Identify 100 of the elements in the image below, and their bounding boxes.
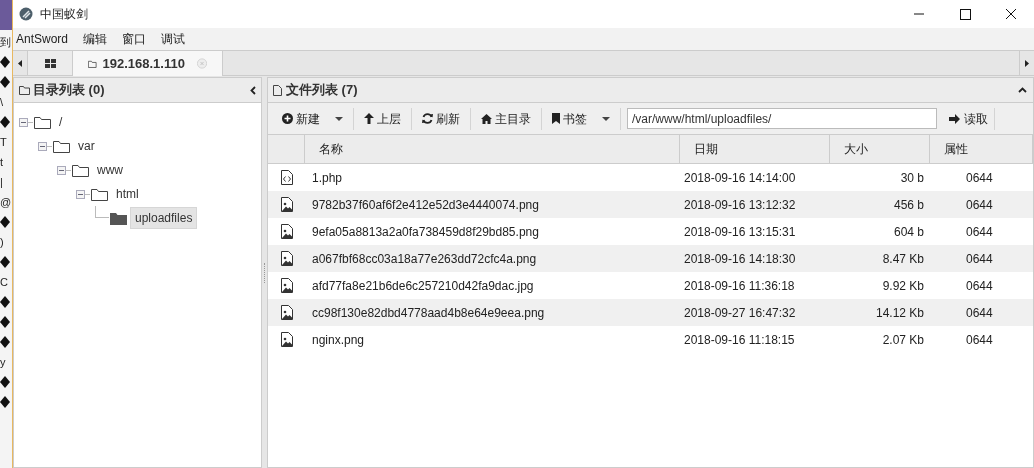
- table-cell-text: 2018-09-16 13:15:31: [683, 223, 797, 241]
- tab[interactable]: 192.168.1.110: [73, 51, 223, 76]
- collapse-toggle-icon[interactable]: [57, 165, 66, 175]
- table-cell-text: 30 b: [899, 169, 925, 187]
- collapse-toggle-icon[interactable]: [38, 141, 47, 151]
- table-cell-text: 0644: [965, 304, 994, 322]
- menu-item[interactable]: 窗口: [122, 30, 147, 48]
- file-name[interactable]: afd77fa8e21b6de6c257210d42fa9dac.jpg: [305, 276, 680, 295]
- table-cell-text: 2018-09-27 16:47:32: [683, 304, 797, 322]
- table-cell-text: 0644: [965, 331, 994, 349]
- column-header[interactable]: 属性: [930, 135, 1033, 163]
- column-header[interactable]: 日期: [680, 135, 830, 163]
- caret-icon: [1025, 59, 1029, 67]
- table-cell-text: 2018-09-16 14:14:00: [683, 169, 797, 187]
- file-name[interactable]: 9efa05a8813a2a0fa738459d8f29bd85.png: [305, 222, 680, 241]
- table-cell-text: 604 b: [892, 223, 925, 241]
- table-cell-text: 2018-09-16 11:36:18: [683, 277, 796, 295]
- image-file-icon: [280, 278, 293, 293]
- file-name[interactable]: cc98f130e82dbd4778aad4b8e64e9eea.png: [305, 303, 680, 322]
- caret-icon: [18, 59, 22, 67]
- background-text: 到: [0, 35, 11, 50]
- arrow-right-icon: [949, 113, 960, 124]
- table-cell-text: 456 b: [892, 196, 925, 214]
- folder-icon: [88, 58, 97, 69]
- collapse-toggle-icon[interactable]: [76, 189, 85, 199]
- refresh-icon: [422, 113, 433, 124]
- diamond-icon: [0, 316, 10, 328]
- table-cell-text: 2018-09-16 11:18:15: [683, 331, 796, 349]
- folder-icon: [91, 187, 108, 201]
- file-name[interactable]: a067fbf68cc03a18a77e263dd72cfc4a.png: [305, 249, 680, 268]
- folder-icon: [72, 163, 89, 177]
- background-text: y: [0, 355, 6, 370]
- menu-item[interactable]: 调试: [161, 30, 186, 48]
- toolbar-button[interactable]: 刷新: [412, 107, 471, 130]
- table-cell-text: 9.92 Kb: [881, 277, 925, 295]
- toolbar-button[interactable]: 主目录: [471, 107, 542, 130]
- file-icon: [273, 84, 282, 96]
- window-title: 中国蚁剑: [40, 6, 88, 23]
- background-text: t: [0, 155, 4, 170]
- column-header[interactable]: 名称: [305, 135, 680, 163]
- image-file-icon: [280, 224, 293, 239]
- arrow-up-icon: [364, 113, 374, 124]
- dropdown-button[interactable]: 新建: [272, 107, 354, 130]
- table-cell-text: 0644: [965, 196, 994, 214]
- collapse-icon[interactable]: [1018, 87, 1027, 93]
- diamond-icon: [0, 116, 10, 128]
- diamond-icon: [0, 76, 10, 88]
- tree-item[interactable]: www: [92, 159, 128, 181]
- path-field[interactable]: /var/www/html/uploadfiles/: [627, 108, 937, 129]
- diamond-icon: [0, 376, 10, 388]
- read-button[interactable]: 读取: [943, 107, 995, 130]
- collapse-icon[interactable]: [250, 85, 256, 95]
- panel-title: 文件列表 (7): [286, 81, 358, 100]
- diamond-icon: [0, 396, 10, 408]
- tree-item[interactable]: var: [73, 135, 100, 157]
- tab-grid-button[interactable]: [28, 51, 73, 75]
- tree-item[interactable]: uploadfiles: [130, 207, 198, 229]
- folder-icon: [110, 211, 127, 225]
- diamond-icon: [0, 336, 10, 348]
- background-text: C: [0, 275, 8, 290]
- toolbar-button[interactable]: 上层: [354, 107, 412, 130]
- dropdown-button[interactable]: 书签: [542, 107, 621, 130]
- file-name[interactable]: 1.php: [305, 168, 680, 187]
- menu-item[interactable]: 编辑: [83, 30, 108, 48]
- image-file-icon: [280, 251, 293, 266]
- tree-item[interactable]: html: [111, 183, 144, 205]
- tree-item[interactable]: /: [54, 111, 68, 133]
- collapse-toggle-icon[interactable]: [19, 117, 28, 127]
- diamond-icon: [0, 296, 10, 308]
- grid-icon: [44, 58, 56, 68]
- table-cell-text: 0644: [965, 250, 994, 268]
- background-text: ): [0, 235, 4, 250]
- plus-circle-icon: [282, 113, 293, 124]
- table-cell-text: 0644: [965, 277, 994, 295]
- table-cell-text: 2018-09-16 14:18:30: [683, 250, 797, 268]
- table-cell-text: 2018-09-16 13:12:32: [683, 196, 797, 214]
- folder-icon: [34, 115, 51, 129]
- code-file-icon: [280, 170, 293, 185]
- diamond-icon: [0, 216, 10, 228]
- tab-label: 192.168.1.110: [102, 54, 185, 73]
- background-text: \: [0, 95, 4, 110]
- image-file-icon: [280, 305, 293, 320]
- image-file-icon: [280, 197, 293, 212]
- background-text: |: [0, 175, 3, 190]
- table-cell-text: 8.47 Kb: [881, 250, 925, 268]
- table-cell-text: 0644: [965, 223, 994, 241]
- column-header[interactable]: 大小: [830, 135, 930, 163]
- table-cell-text: 14.12 Kb: [874, 304, 925, 322]
- bookmark-icon: [552, 113, 560, 124]
- folder-icon: [53, 139, 70, 153]
- folder-icon: [19, 85, 30, 95]
- menu-item[interactable]: AntSword: [16, 30, 69, 48]
- background-text: T: [0, 135, 7, 150]
- home-icon: [481, 113, 492, 124]
- diamond-icon: [0, 56, 10, 68]
- file-name[interactable]: nginx.png: [305, 330, 680, 349]
- table-cell-text: 2.07 Kb: [881, 331, 925, 349]
- panel-title: 目录列表 (0): [33, 81, 105, 100]
- image-file-icon: [280, 332, 293, 347]
- file-name[interactable]: 9782b37f60af6f2e412e52d3e4440074.png: [305, 195, 680, 214]
